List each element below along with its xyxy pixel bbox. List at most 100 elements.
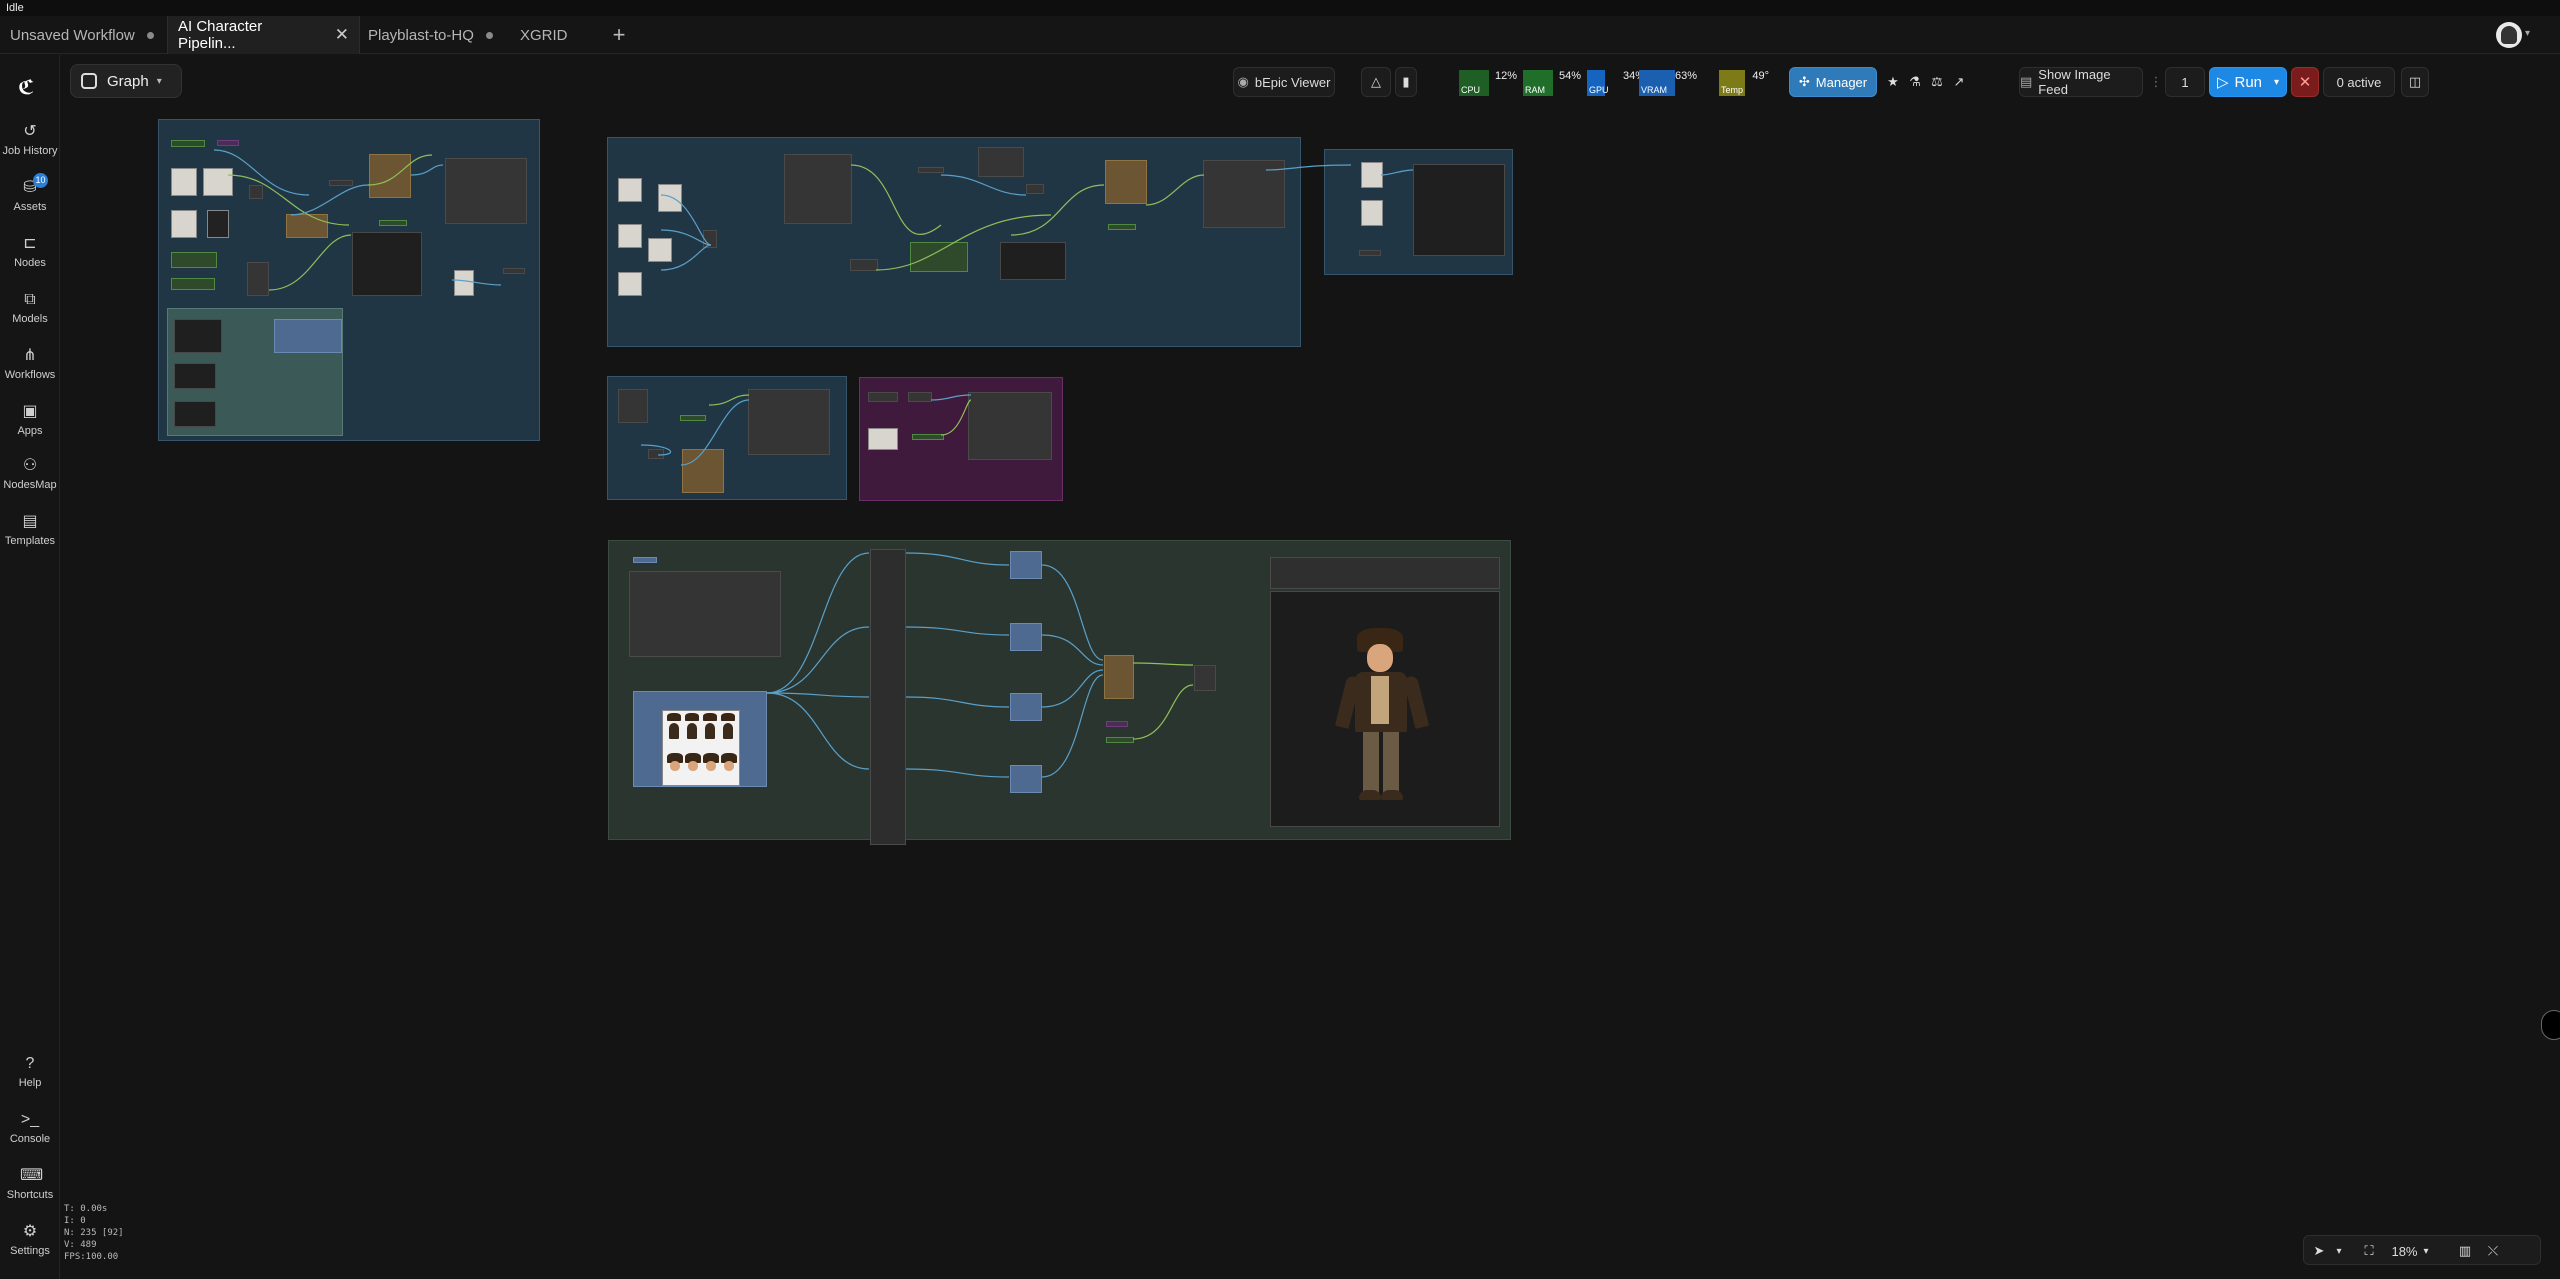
manager-button[interactable]: ✣ Manager [1789, 67, 1877, 97]
node[interactable] [503, 268, 525, 274]
node[interactable] [703, 230, 717, 248]
zoom-dropdown[interactable]: 18% ▾ [2384, 1241, 2436, 1261]
sidebar-item-console[interactable]: >_ Console [0, 1111, 60, 1145]
sidebar-item-settings[interactable]: ⚙ Settings [0, 1223, 60, 1257]
node[interactable] [174, 319, 222, 353]
node[interactable] [1026, 184, 1044, 194]
node[interactable] [912, 434, 944, 440]
bookmark-button[interactable]: ▮ [1395, 67, 1417, 97]
node[interactable] [1104, 655, 1134, 699]
sidebar-item-assets[interactable]: ⛁ 10 Assets [0, 173, 60, 213]
queue-count-input[interactable]: 1 [2165, 67, 2205, 97]
chevron-down-icon[interactable]: ▾ [2274, 77, 2279, 88]
chevron-down-icon[interactable]: ▾ [2525, 28, 2530, 39]
node[interactable] [850, 259, 878, 271]
node[interactable] [1010, 551, 1042, 579]
active-jobs-button[interactable]: 0 active [2323, 67, 2395, 97]
node[interactable] [247, 262, 269, 296]
toggle-panel-button[interactable]: ◫ [2401, 67, 2429, 97]
image-thumbnail[interactable] [648, 238, 672, 262]
node[interactable] [1010, 765, 1042, 793]
node[interactable] [908, 392, 932, 402]
node[interactable] [1106, 721, 1128, 727]
node[interactable] [445, 158, 527, 224]
node[interactable] [910, 242, 968, 272]
tab-xgrid[interactable]: XGRID [510, 16, 578, 54]
stop-button[interactable]: ✕ [2291, 67, 2319, 97]
node[interactable] [369, 154, 411, 198]
select-mode-button[interactable]: ➤ [2308, 1241, 2330, 1261]
sidebar-item-shortcuts[interactable]: ⌨ Shortcuts [0, 1167, 60, 1201]
mode-dropdown[interactable]: ▾ [2332, 1241, 2346, 1261]
node[interactable] [868, 392, 898, 402]
node[interactable] [1194, 665, 1216, 691]
node[interactable] [1010, 693, 1042, 721]
node-group[interactable] [608, 540, 1511, 845]
node[interactable] [329, 180, 353, 186]
node[interactable] [682, 449, 724, 493]
tool-button-2[interactable]: ⚖ [1927, 67, 1947, 97]
node[interactable] [171, 140, 205, 147]
node-group[interactable] [859, 377, 1063, 501]
node[interactable] [1105, 160, 1147, 204]
node-graph-canvas[interactable] [61, 55, 2560, 1279]
close-tab-icon[interactable]: ✕ [335, 25, 349, 45]
tab-unsaved-workflow[interactable]: Unsaved Workflow [0, 16, 164, 54]
tool-button-1[interactable]: ⚗ [1905, 67, 1925, 97]
image-thumbnail[interactable] [618, 272, 642, 296]
node[interactable] [1270, 557, 1500, 589]
image-thumbnail[interactable] [658, 184, 682, 212]
node[interactable] [680, 415, 706, 421]
image-thumbnail[interactable] [454, 270, 474, 296]
node-group[interactable] [607, 376, 847, 500]
graph-mode-dropdown[interactable]: Graph ▾ [70, 64, 182, 98]
show-image-feed-button[interactable]: ▤ Show Image Feed [2019, 67, 2143, 97]
image-thumbnail[interactable] [203, 168, 233, 196]
tab-playblast-to-hq[interactable]: Playblast-to-HQ [358, 16, 503, 54]
sidebar-item-templates[interactable]: ▤ Templates [0, 513, 60, 547]
sidebar-item-nodesmap[interactable]: ⚇ NodesMap [0, 457, 60, 491]
viewer-button[interactable]: ◉ bEpic Viewer [1233, 67, 1335, 97]
node[interactable] [1359, 250, 1381, 256]
node-group[interactable] [158, 119, 540, 441]
image-thumbnail[interactable] [171, 168, 197, 196]
node[interactable] [286, 214, 328, 238]
node[interactable] [1203, 160, 1285, 228]
node[interactable] [748, 389, 830, 455]
node[interactable] [379, 220, 407, 226]
node[interactable] [1106, 737, 1134, 743]
image-thumbnail[interactable] [618, 178, 642, 202]
node[interactable] [174, 363, 216, 389]
share-button[interactable]: ↗ [1949, 67, 1969, 97]
sidebar-item-workflows[interactable]: ⋔ Workflows [0, 347, 60, 381]
node[interactable] [978, 147, 1024, 177]
sidebar-item-nodes[interactable]: ⊏ Nodes [0, 235, 60, 269]
drag-handle-icon[interactable]: ⋮ [2150, 67, 2163, 97]
node[interactable] [274, 319, 342, 353]
image-preview-node[interactable] [633, 691, 767, 787]
star-button[interactable]: ★ [1883, 67, 1903, 97]
node[interactable] [1108, 224, 1136, 230]
image-thumbnail[interactable] [618, 224, 642, 248]
node-stack[interactable] [870, 549, 906, 845]
node[interactable] [633, 557, 657, 563]
sidebar-item-apps[interactable]: ▣ Apps [0, 403, 60, 437]
node-group[interactable] [607, 137, 1301, 347]
3d-viewer-node[interactable] [1270, 591, 1500, 827]
node[interactable] [1010, 623, 1042, 651]
image-thumbnail[interactable] [171, 210, 197, 238]
sidebar-item-job-history[interactable]: ↺ Job History [0, 123, 60, 157]
node[interactable] [174, 401, 216, 427]
run-button[interactable]: ▷ Run ▾ [2209, 67, 2287, 97]
sidebar-item-models[interactable]: ⧉ Models [0, 291, 60, 325]
image-thumbnail[interactable] [207, 210, 229, 238]
node[interactable] [352, 232, 422, 296]
image-thumbnail[interactable] [868, 428, 898, 450]
triangle-logo-button[interactable]: △ [1361, 67, 1391, 97]
node-subgroup[interactable] [167, 308, 343, 436]
fit-view-button[interactable]: ⛶ [2358, 1241, 2380, 1261]
node-group[interactable] [1324, 149, 1513, 275]
node[interactable] [784, 154, 852, 224]
node[interactable] [217, 140, 239, 146]
node[interactable] [1000, 242, 1066, 280]
